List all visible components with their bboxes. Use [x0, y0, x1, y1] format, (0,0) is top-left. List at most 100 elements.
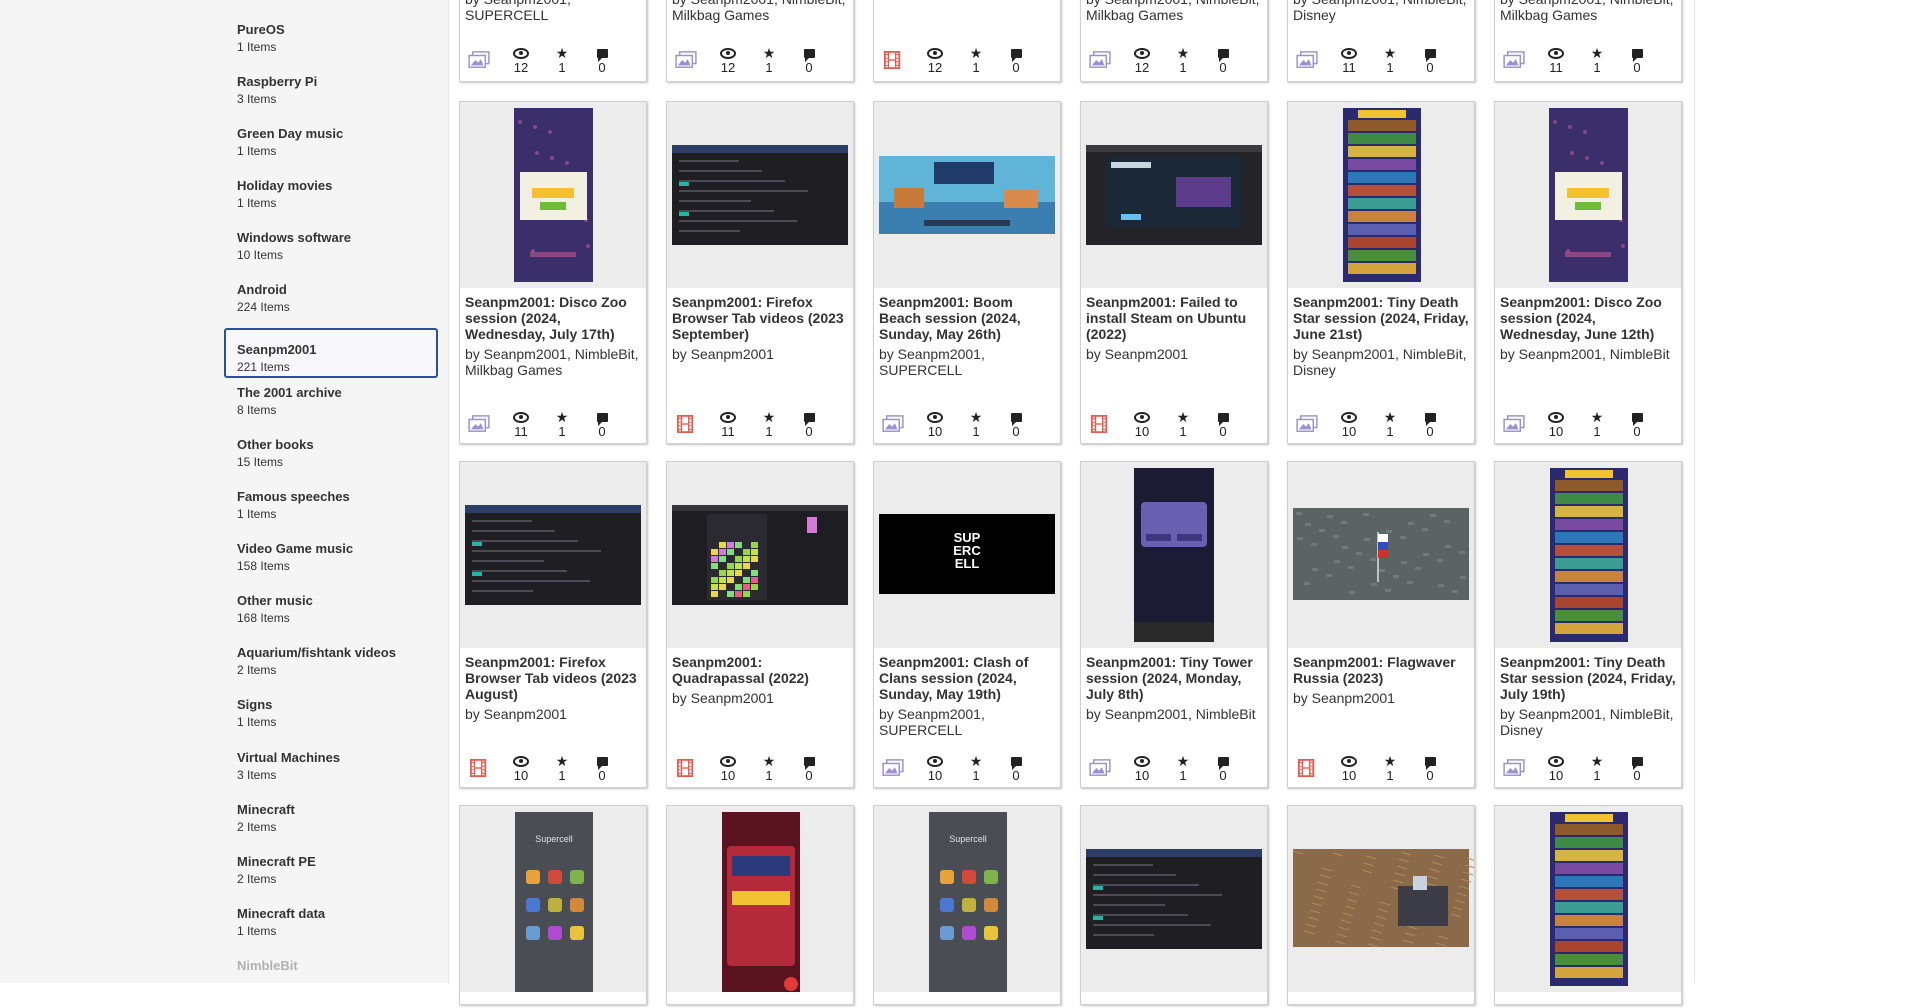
sidebar-collection-item[interactable]: Green Day music 1 Items — [224, 126, 438, 176]
item-thumbnail[interactable] — [1288, 102, 1474, 288]
item-card[interactable] — [666, 805, 854, 1005]
item-card[interactable]: Seanpm2001: Tiny Death Star session (202… — [1494, 461, 1682, 788]
item-thumbnail[interactable] — [667, 462, 853, 648]
item-thumbnail[interactable] — [874, 102, 1060, 288]
star-icon: ★ — [969, 45, 983, 61]
item-title[interactable]: Seanpm2001: Firefox Browser Tab videos (… — [672, 294, 850, 342]
item-thumbnail[interactable] — [1081, 102, 1267, 288]
item-title[interactable]: Seanpm2001: Quadrapassal (2022) — [672, 654, 850, 686]
reviews-stat: 0 — [1415, 410, 1445, 440]
comment-icon — [1010, 757, 1022, 771]
item-thumbnail[interactable] — [1288, 462, 1474, 648]
reviews-stat: 0 — [1415, 46, 1445, 76]
sidebar-collection-item[interactable]: Android 224 Items — [224, 282, 438, 332]
item-creator: by Seanpm2001, NimbleBit, Milkbag Games — [1500, 0, 1674, 23]
item-card[interactable] — [1494, 805, 1682, 1005]
sidebar-collection-item[interactable]: Video Game music 158 Items — [224, 541, 438, 591]
item-thumbnail[interactable] — [1081, 806, 1267, 992]
sidebar-collection-item[interactable]: Minecraft data 1 Items — [224, 906, 438, 956]
item-card[interactable]: Seanpm2001: Tiny Death Star session (202… — [1287, 101, 1475, 444]
item-thumbnail[interactable] — [460, 102, 646, 288]
item-card[interactable]: Seanpm2001: Failed to install Steam on U… — [1080, 101, 1268, 444]
item-title[interactable]: Seanpm2001: Clash of Clans session (2024… — [879, 654, 1057, 702]
sidebar-collection-item[interactable]: Raspberry Pi 3 Items — [224, 74, 438, 124]
stat-value: 0 — [1633, 60, 1641, 75]
item-card[interactable]: by Seanpm2001, NimbleBit, Milkbag Games 1… — [1080, 0, 1268, 82]
sidebar-collection-item[interactable]: Virtual Machines 3 Items — [224, 750, 438, 800]
item-card[interactable]: Supercell — [459, 805, 647, 1005]
favorites-stat: ★ 1 — [961, 410, 991, 440]
item-title[interactable]: Seanpm2001: Firefox Browser Tab videos (… — [465, 654, 643, 702]
item-card[interactable]: Seanpm2001: Disco Zoo session (2024, Wed… — [459, 101, 647, 444]
sidebar-collection-item[interactable]: Signs 1 Items — [224, 697, 438, 747]
item-card[interactable] — [1080, 805, 1268, 1005]
star-icon: ★ — [1383, 753, 1397, 769]
item-title[interactable]: Seanpm2001: Tiny Death Star session (202… — [1500, 654, 1678, 702]
item-title[interactable]: Seanpm2001: Failed to install Steam on U… — [1086, 294, 1264, 342]
stat-value: 0 — [1012, 768, 1020, 783]
item-card[interactable]: Seanpm2001: Flagwaver Russia (2023) by Se… — [1287, 461, 1475, 788]
item-thumbnail[interactable]: Supercell — [874, 806, 1060, 992]
sidebar-collection-item[interactable]: Other books 15 Items — [224, 437, 438, 487]
item-card[interactable]: Seanpm2001: Tiny Tower session (2024, Mo… — [1080, 461, 1268, 788]
item-thumbnail[interactable] — [1495, 102, 1681, 288]
sidebar-collection-item[interactable]: PureOS 1 Items — [224, 22, 438, 72]
item-stats: 10 ★ 1 0 — [1081, 752, 1267, 784]
item-card[interactable]: Supercell — [873, 805, 1061, 1005]
item-card[interactable]: by Seanpm2001, NimbleBit, Disney 11 ★1 0 — [1287, 0, 1475, 82]
sidebar-collection-item[interactable]: Minecraft 2 Items — [224, 802, 438, 852]
item-thumbnail[interactable]: SUP ERC ELL — [874, 462, 1060, 648]
item-card[interactable]: by Seanpm2001, NimbleBit, Milkbag Games 1… — [666, 0, 854, 82]
item-thumbnail[interactable]: Supercell — [460, 806, 646, 992]
item-card[interactable]: 12 ★ 1 0 — [873, 0, 1061, 82]
sidebar-collection-item[interactable]: NimbleBit — [224, 958, 438, 1008]
reviews-stat: 0 — [1208, 754, 1238, 784]
item-stats: 11 ★ 1 0 — [1495, 44, 1681, 76]
item-card[interactable]: SUP ERC ELL Seanpm2001: Clash of Clans sess… — [873, 461, 1061, 788]
collection-item-count: 1 Items — [237, 40, 277, 54]
item-card[interactable]: Seanpm2001: Disco Zoo session (2024, Wed… — [1494, 101, 1682, 444]
item-card[interactable]: Seanpm2001: Firefox Browser Tab videos (… — [666, 101, 854, 444]
favorites-stat: ★ 1 — [1375, 46, 1405, 76]
sidebar-collection-item[interactable]: Holiday movies 1 Items — [224, 178, 438, 228]
sidebar-collection-item[interactable]: Minecraft PE 2 Items — [224, 854, 438, 904]
item-thumbnail[interactable] — [460, 462, 646, 648]
collection-item-count: 15 Items — [237, 455, 284, 469]
sidebar-collection-item[interactable]: Other music 168 Items — [224, 593, 438, 643]
views-stat: 10 — [713, 754, 743, 784]
item-title[interactable]: Seanpm2001: Tiny Death Star session (202… — [1293, 294, 1471, 342]
item-stats: 12 ★ 1 0 — [1081, 44, 1267, 76]
item-card[interactable]: by Seanpm2001, SUPERCELL 12 ★1 0 — [459, 0, 647, 82]
item-creator: by Seanpm2001, NimbleBit, Disney — [1293, 0, 1467, 23]
sidebar-collection-item[interactable]: Seanpm2001 221 Items — [224, 328, 438, 378]
item-card[interactable]: Seanpm2001: Firefox Browser Tab videos (… — [459, 461, 647, 788]
item-stats: 10 ★ 1 0 — [1081, 408, 1267, 440]
views-stat: 12 — [713, 46, 743, 76]
item-thumbnail[interactable] — [1081, 462, 1267, 648]
item-card[interactable] — [1287, 805, 1475, 1005]
stat-value: 0 — [1426, 60, 1434, 75]
item-thumbnail[interactable] — [1495, 806, 1681, 992]
star-icon: ★ — [1590, 753, 1604, 769]
item-title[interactable]: Seanpm2001: Tiny Tower session (2024, Mo… — [1086, 654, 1264, 702]
item-title[interactable]: Seanpm2001: Disco Zoo session (2024, Wed… — [1500, 294, 1678, 342]
sidebar-collection-item[interactable]: Aquarium/fishtank videos 2 Items — [224, 645, 438, 695]
sidebar-collection-item[interactable]: Famous speeches 1 Items — [224, 489, 438, 539]
item-card[interactable]: by Seanpm2001, NimbleBit, Milkbag Games 1… — [1494, 0, 1682, 82]
item-title[interactable]: Seanpm2001: Disco Zoo session (2024, Wed… — [465, 294, 643, 342]
stat-value: 10 — [1134, 768, 1150, 783]
sidebar-collection-item[interactable]: Windows software 10 Items — [224, 230, 438, 280]
item-stats: 10 ★ 1 0 — [1495, 408, 1681, 440]
stat-value: 0 — [598, 60, 606, 75]
item-thumbnail[interactable] — [1288, 806, 1474, 992]
sidebar-collection-item[interactable]: The 2001 archive 8 Items — [224, 385, 438, 435]
collection-title: NimbleBit — [237, 958, 298, 973]
item-card[interactable]: Seanpm2001: Quadrapassal (2022) by Seanpm… — [666, 461, 854, 788]
item-thumbnail[interactable] — [1495, 462, 1681, 648]
item-thumbnail[interactable] — [667, 806, 853, 992]
item-card[interactable]: Seanpm2001: Boom Beach session (2024, Su… — [873, 101, 1061, 444]
item-creator: by Seanpm2001 — [1293, 690, 1395, 706]
item-title[interactable]: Seanpm2001: Boom Beach session (2024, Su… — [879, 294, 1057, 342]
item-thumbnail[interactable] — [667, 102, 853, 288]
item-title[interactable]: Seanpm2001: Flagwaver Russia (2023) — [1293, 654, 1471, 686]
